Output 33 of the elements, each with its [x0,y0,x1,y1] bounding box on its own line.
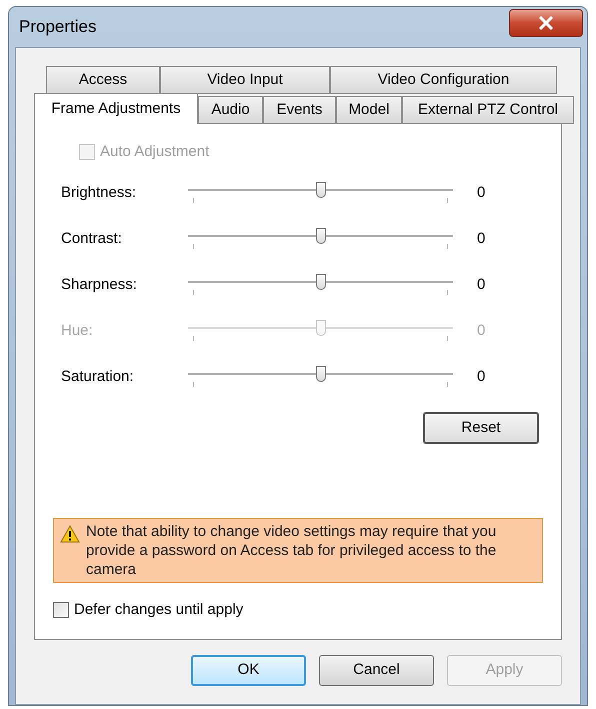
slider-value: 0 [477,229,486,249]
close-button[interactable] [509,9,583,37]
tab[interactable]: Audio [198,96,263,124]
slider-thumb[interactable] [316,182,326,198]
tab[interactable]: Model [336,96,402,124]
slider-thumb[interactable] [316,274,326,290]
close-icon [538,16,554,30]
slider-label: Hue: [61,321,94,341]
checkbox-label: Auto Adjustment [100,142,210,162]
warning-icon [60,525,80,543]
window-title: Properties [19,16,96,38]
slider-value: 0 [477,367,486,387]
tab[interactable]: Video Configuration [330,66,557,94]
slider-value: 0 [477,275,486,295]
tab[interactable]: Frame Adjustments [34,93,198,124]
slider-thumb[interactable] [316,366,326,382]
note-text: Note that ability to change video settings may require that you provide a password on Access tab for privileged access to the camera [86,522,498,579]
slider-value: 0 [477,321,486,341]
tab[interactable]: External PTZ Control [402,96,574,124]
slider-label: Saturation: [61,367,135,387]
reset-button[interactable]: Reset [423,412,539,444]
checkbox[interactable] [53,602,69,618]
tab[interactable]: Access [46,66,160,94]
dialog-button[interactable]: Cancel [319,655,434,686]
slider-label: Contrast: [61,229,123,249]
checkbox-label: Defer changes until apply [74,600,244,620]
tab[interactable]: Video Input [160,66,330,94]
slider-value: 0 [477,183,486,203]
slider-label: Sharpness: [61,275,138,295]
slider-label: Brightness: [61,183,138,203]
dialog-button[interactable]: OK [191,655,306,686]
tab[interactable]: Events [263,96,336,124]
slider-thumb[interactable] [316,228,326,244]
